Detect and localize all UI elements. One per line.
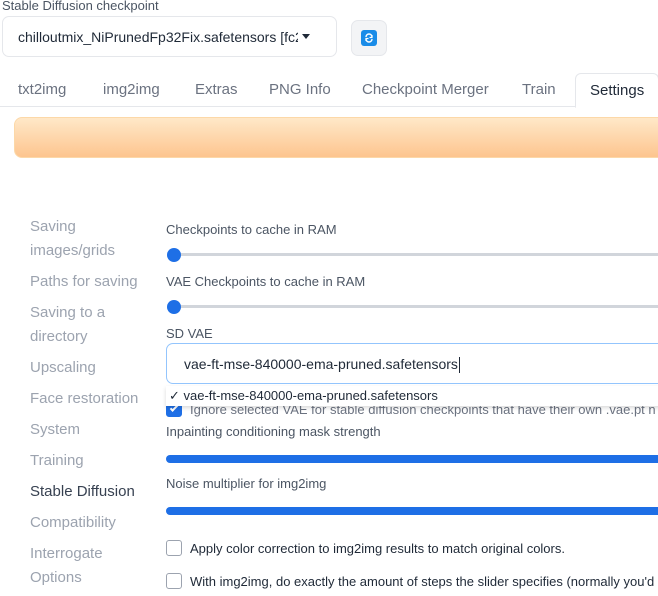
- vae-cache-slider-handle[interactable]: [167, 300, 181, 314]
- checkpoint-label: Stable Diffusion checkpoint: [2, 0, 159, 13]
- checkpoint-dropdown[interactable]: chilloutmix_NiPrunedFp32Fix.safetensors …: [2, 16, 337, 57]
- sd-vae-label: SD VAE: [166, 326, 213, 341]
- tab-txt2img[interactable]: txt2img: [18, 73, 66, 107]
- nav-item-stable-diffusion[interactable]: Stable Diffusion: [30, 480, 150, 504]
- color-correction-label: Apply color correction to img2img result…: [190, 540, 565, 556]
- vae-cache-label: VAE Checkpoints to cache in RAM: [166, 274, 366, 289]
- nav-item-saving-images[interactable]: Saving images/grids: [30, 215, 150, 263]
- inpaint-slider[interactable]: [166, 455, 658, 463]
- noise-label: Noise multiplier for img2img: [166, 476, 327, 491]
- ckpt-cache-label: Checkpoints to cache in RAM: [166, 222, 337, 237]
- tab-checkpoint-merger[interactable]: Checkpoint Merger: [362, 73, 489, 107]
- ckpt-cache-slider-handle[interactable]: [167, 248, 181, 262]
- noise-slider[interactable]: [166, 507, 658, 515]
- refresh-checkpoint-button[interactable]: [351, 20, 387, 56]
- nav-item-face-restoration[interactable]: Face restoration: [30, 387, 150, 411]
- tab-img2img[interactable]: img2img: [103, 73, 160, 107]
- apply-settings-banner[interactable]: [14, 117, 658, 158]
- exact-steps-checkbox[interactable]: [166, 573, 182, 589]
- sd-vae-input[interactable]: vae-ft-mse-840000-ema-pruned.safetensors: [166, 343, 658, 384]
- nav-item-interrogate[interactable]: Interrogate Options: [30, 542, 150, 590]
- exact-steps-label: With img2img, do exactly the amount of s…: [190, 573, 655, 589]
- refresh-arrows-svg: [365, 33, 373, 43]
- inpaint-label: Inpainting conditioning mask strength: [166, 424, 381, 439]
- nav-item-training[interactable]: Training: [30, 449, 150, 473]
- tab-train[interactable]: Train: [522, 73, 556, 107]
- ckpt-cache-slider[interactable]: [174, 253, 658, 256]
- nav-item-paths[interactable]: Paths for saving: [30, 270, 150, 294]
- text-cursor: [458, 357, 460, 374]
- nav-item-system[interactable]: System: [30, 418, 150, 442]
- sd-vae-value: vae-ft-mse-840000-ema-pruned.safetensors: [184, 356, 458, 372]
- main-tabs: txt2img img2img Extras PNG Info Checkpoi…: [0, 73, 658, 108]
- tab-extras[interactable]: Extras: [195, 73, 238, 107]
- vae-cache-slider[interactable]: [174, 305, 658, 308]
- nav-item-saving-directory[interactable]: Saving to a directory: [30, 301, 150, 349]
- color-correction-row[interactable]: Apply color correction to img2img result…: [166, 539, 565, 557]
- checkpoint-value: chilloutmix_NiPrunedFp32Fix.safetensors …: [18, 28, 298, 45]
- tab-png-info[interactable]: PNG Info: [269, 73, 331, 107]
- sd-vae-dropdown-option[interactable]: ✓ vae-ft-mse-840000-ema-pruned.safetenso…: [166, 386, 658, 406]
- nav-item-compatibility[interactable]: Compatibility: [30, 511, 150, 535]
- tab-settings[interactable]: Settings: [575, 73, 658, 108]
- chevron-down-icon: [302, 34, 310, 39]
- color-correction-checkbox[interactable]: [166, 540, 182, 556]
- refresh-icon: [361, 30, 377, 46]
- exact-steps-row[interactable]: With img2img, do exactly the amount of s…: [166, 572, 654, 590]
- nav-item-upscaling[interactable]: Upscaling: [30, 356, 150, 380]
